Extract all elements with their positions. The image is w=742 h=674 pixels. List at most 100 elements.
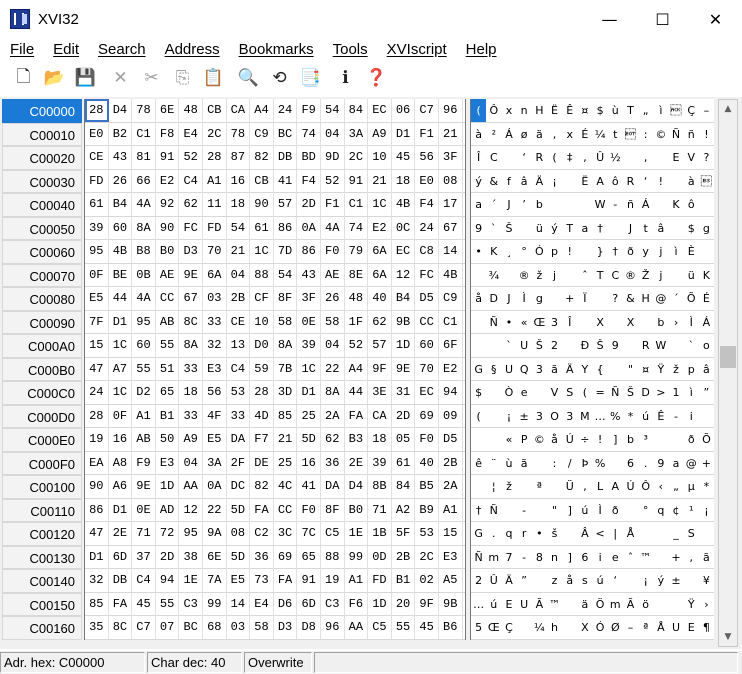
- paste-icon[interactable]: 📋: [198, 64, 229, 92]
- hex-byte[interactable]: 8C: [109, 616, 133, 639]
- hex-byte[interactable]: B5: [415, 475, 439, 498]
- hex-byte[interactable]: 0F: [109, 404, 133, 428]
- hex-byte[interactable]: 2C: [345, 146, 369, 169]
- hex-byte[interactable]: 35: [85, 616, 109, 639]
- hex-byte[interactable]: 3A: [345, 122, 369, 146]
- hex-byte[interactable]: DC: [227, 475, 251, 498]
- hex-byte[interactable]: 2A: [321, 404, 345, 428]
- hex-byte[interactable]: E4: [250, 592, 274, 616]
- hex-byte[interactable]: AB: [156, 310, 180, 334]
- hex-byte[interactable]: 55: [132, 357, 156, 381]
- hex-byte[interactable]: 2B: [227, 287, 251, 310]
- char-byte[interactable]: 3: [532, 358, 547, 381]
- hex-byte[interactable]: 72: [156, 522, 180, 545]
- hex-byte[interactable]: 33: [203, 310, 227, 334]
- char-byte[interactable]: s: [577, 569, 592, 592]
- hex-byte[interactable]: B9: [415, 498, 439, 522]
- char-byte[interactable]: Ñ: [668, 123, 683, 146]
- char-byte[interactable]: m: [608, 593, 623, 616]
- hex-byte[interactable]: C7: [415, 99, 439, 122]
- char-byte[interactable]: [699, 240, 714, 263]
- char-byte[interactable]: [532, 499, 547, 522]
- context-help-icon[interactable]: ❓: [361, 64, 392, 92]
- char-byte[interactable]: Ë: [577, 170, 592, 193]
- char-byte[interactable]: [668, 264, 683, 287]
- char-byte[interactable]: : [699, 170, 714, 193]
- hex-byte[interactable]: E5: [227, 569, 251, 592]
- char-byte[interactable]: –: [699, 99, 714, 122]
- hex-byte[interactable]: 9E: [392, 357, 416, 381]
- hex-byte[interactable]: AE: [156, 263, 180, 287]
- char-byte[interactable]: K: [486, 240, 501, 263]
- hex-byte[interactable]: 2A: [439, 475, 463, 498]
- hex-byte[interactable]: C1: [345, 193, 369, 216]
- char-byte[interactable]: Œ: [532, 311, 547, 334]
- char-byte[interactable]: ì: [684, 381, 699, 404]
- char-byte[interactable]: U: [668, 616, 683, 639]
- char-byte[interactable]: !: [562, 240, 577, 263]
- hex-byte[interactable]: 8F: [274, 287, 298, 310]
- open-folder-icon[interactable]: 📂: [39, 64, 70, 92]
- hex-byte[interactable]: 33: [227, 404, 251, 428]
- char-byte[interactable]: Š: [623, 381, 638, 404]
- hex-byte[interactable]: 33: [179, 404, 203, 428]
- hex-byte[interactable]: 07: [156, 616, 180, 639]
- hex-byte[interactable]: D2: [132, 381, 156, 404]
- hex-byte[interactable]: B4: [392, 287, 416, 310]
- hex-byte[interactable]: 88: [250, 263, 274, 287]
- hex-byte[interactable]: 95: [132, 310, 156, 334]
- char-byte[interactable]: ¥: [699, 569, 714, 592]
- char-byte[interactable]: T: [593, 264, 608, 287]
- hex-byte[interactable]: FA: [274, 569, 298, 592]
- hex-byte[interactable]: 66: [132, 169, 156, 193]
- char-byte[interactable]: [471, 264, 486, 287]
- char-byte[interactable]: Ó: [532, 240, 547, 263]
- char-byte[interactable]: Ü: [562, 475, 577, 498]
- char-byte[interactable]: ‹: [653, 475, 668, 498]
- char-byte[interactable]: Õ: [699, 428, 714, 451]
- char-byte[interactable]: ©: [653, 123, 668, 146]
- char-byte[interactable]: :: [638, 123, 653, 146]
- char-byte[interactable]: E: [668, 146, 683, 169]
- menu-address[interactable]: Address: [155, 38, 229, 62]
- hex-byte[interactable]: CC: [274, 498, 298, 522]
- hex-byte[interactable]: 51: [156, 357, 180, 381]
- char-byte[interactable]: G: [471, 522, 486, 545]
- hex-byte[interactable]: 86: [297, 240, 321, 263]
- char-byte[interactable]: Ž: [638, 264, 653, 287]
- char-byte[interactable]: [501, 499, 516, 522]
- hex-byte[interactable]: FA: [109, 592, 133, 616]
- hex-byte[interactable]: 78: [132, 99, 156, 122]
- char-byte[interactable]: ³: [638, 428, 653, 451]
- hex-byte[interactable]: AE: [321, 263, 345, 287]
- char-byte[interactable]: [562, 593, 577, 616]
- char-byte[interactable]: J: [501, 287, 516, 310]
- hex-byte[interactable]: 16: [227, 169, 251, 193]
- hex-byte[interactable]: 4B: [439, 263, 463, 287]
- char-byte[interactable]: É: [577, 123, 592, 146]
- char-byte[interactable]: Å: [653, 616, 668, 639]
- hex-byte[interactable]: B6: [439, 616, 463, 639]
- char-byte[interactable]: @: [684, 452, 699, 475]
- char-byte[interactable]: x: [501, 99, 516, 122]
- hex-byte[interactable]: 28: [250, 381, 274, 404]
- char-byte[interactable]: Š: [501, 217, 516, 240]
- char-byte[interactable]: U: [517, 334, 532, 357]
- hex-byte[interactable]: 44: [109, 287, 133, 310]
- hex-byte[interactable]: 2D: [297, 193, 321, 216]
- hex-byte[interactable]: 26: [321, 287, 345, 310]
- char-byte[interactable]: 9: [471, 217, 486, 240]
- hex-byte[interactable]: 14: [439, 240, 463, 263]
- char-byte[interactable]: ô: [684, 193, 699, 216]
- hex-byte[interactable]: C4: [227, 357, 251, 381]
- char-byte[interactable]: Å: [623, 522, 638, 545]
- hex-byte[interactable]: BC: [179, 616, 203, 639]
- char-byte[interactable]: ´: [486, 193, 501, 216]
- char-byte[interactable]: ü: [684, 264, 699, 287]
- hex-byte[interactable]: B0: [345, 498, 369, 522]
- char-byte[interactable]: Ÿ: [653, 358, 668, 381]
- char-byte[interactable]: n: [547, 546, 562, 569]
- hex-byte[interactable]: 52: [321, 169, 345, 193]
- hex-byte[interactable]: 56: [203, 381, 227, 404]
- hex-byte[interactable]: 60: [415, 334, 439, 357]
